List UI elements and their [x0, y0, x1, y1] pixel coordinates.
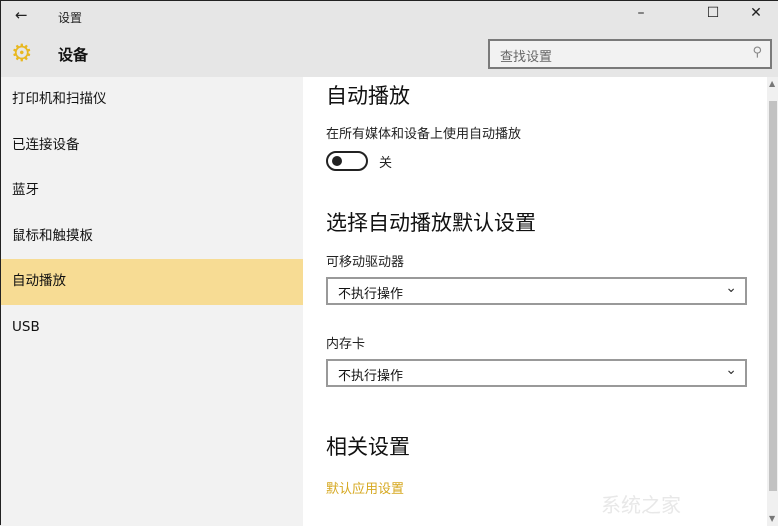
- related-heading: 相关设置: [326, 435, 410, 459]
- watermark: 系统之家: [601, 493, 681, 517]
- autoplay-toggle[interactable]: [326, 151, 368, 171]
- defaults-heading: 选择自动播放默认设置: [326, 211, 536, 235]
- window-title: 设置: [58, 11, 83, 25]
- removable-drive-select[interactable]: 不执行操作 ⌄: [326, 277, 747, 305]
- chevron-down-icon: ⌄: [725, 280, 737, 296]
- memory-card-label: 内存卡: [326, 337, 366, 352]
- minimize-button[interactable]: –: [621, 5, 661, 21]
- maximize-button[interactable]: ☐: [693, 5, 733, 21]
- page-title: 设备: [58, 46, 89, 64]
- memory-card-value: 不执行操作: [338, 369, 404, 384]
- removable-drive-value: 不执行操作: [338, 287, 404, 302]
- sidebar: 打印机和扫描仪 已连接设备 蓝牙 鼠标和触摸板 自动播放 USB: [1, 77, 303, 526]
- scroll-down-icon[interactable]: ▼: [769, 514, 775, 523]
- sidebar-item-connected-devices[interactable]: 已连接设备: [1, 123, 303, 169]
- sidebar-item-mouse-touchpad[interactable]: 鼠标和触摸板: [1, 214, 303, 260]
- scroll-up-icon[interactable]: ▲: [769, 79, 775, 88]
- header: ⚙ 设备 查找设置 ⚲: [1, 33, 778, 77]
- scrollbar-thumb[interactable]: [769, 101, 777, 491]
- gear-icon: ⚙: [11, 39, 33, 67]
- scrollbar[interactable]: ▲ ▼: [767, 77, 778, 526]
- sidebar-item-printers[interactable]: 打印机和扫描仪: [1, 77, 303, 123]
- sidebar-item-autoplay[interactable]: 自动播放: [1, 259, 303, 305]
- autoplay-heading: 自动播放: [326, 84, 410, 108]
- toggle-state-label: 关: [379, 156, 393, 171]
- sidebar-item-bluetooth[interactable]: 蓝牙: [1, 168, 303, 214]
- default-apps-link[interactable]: 默认应用设置: [326, 478, 404, 497]
- sidebar-item-usb[interactable]: USB: [1, 305, 303, 351]
- autoplay-description: 在所有媒体和设备上使用自动播放: [326, 127, 522, 142]
- back-button[interactable]: ←: [15, 6, 28, 24]
- chevron-down-icon: ⌄: [725, 362, 737, 378]
- content-pane: 自动播放 在所有媒体和设备上使用自动播放 关 选择自动播放默认设置 可移动驱动器…: [303, 77, 767, 526]
- removable-drive-label: 可移动驱动器: [326, 255, 405, 270]
- search-input[interactable]: 查找设置 ⚲: [488, 39, 772, 69]
- search-placeholder: 查找设置: [500, 50, 553, 65]
- search-icon[interactable]: ⚲: [752, 45, 762, 60]
- memory-card-select[interactable]: 不执行操作 ⌄: [326, 359, 747, 387]
- close-button[interactable]: ✕: [736, 5, 776, 21]
- title-bar: ← 设置 – ☐ ✕: [1, 1, 778, 33]
